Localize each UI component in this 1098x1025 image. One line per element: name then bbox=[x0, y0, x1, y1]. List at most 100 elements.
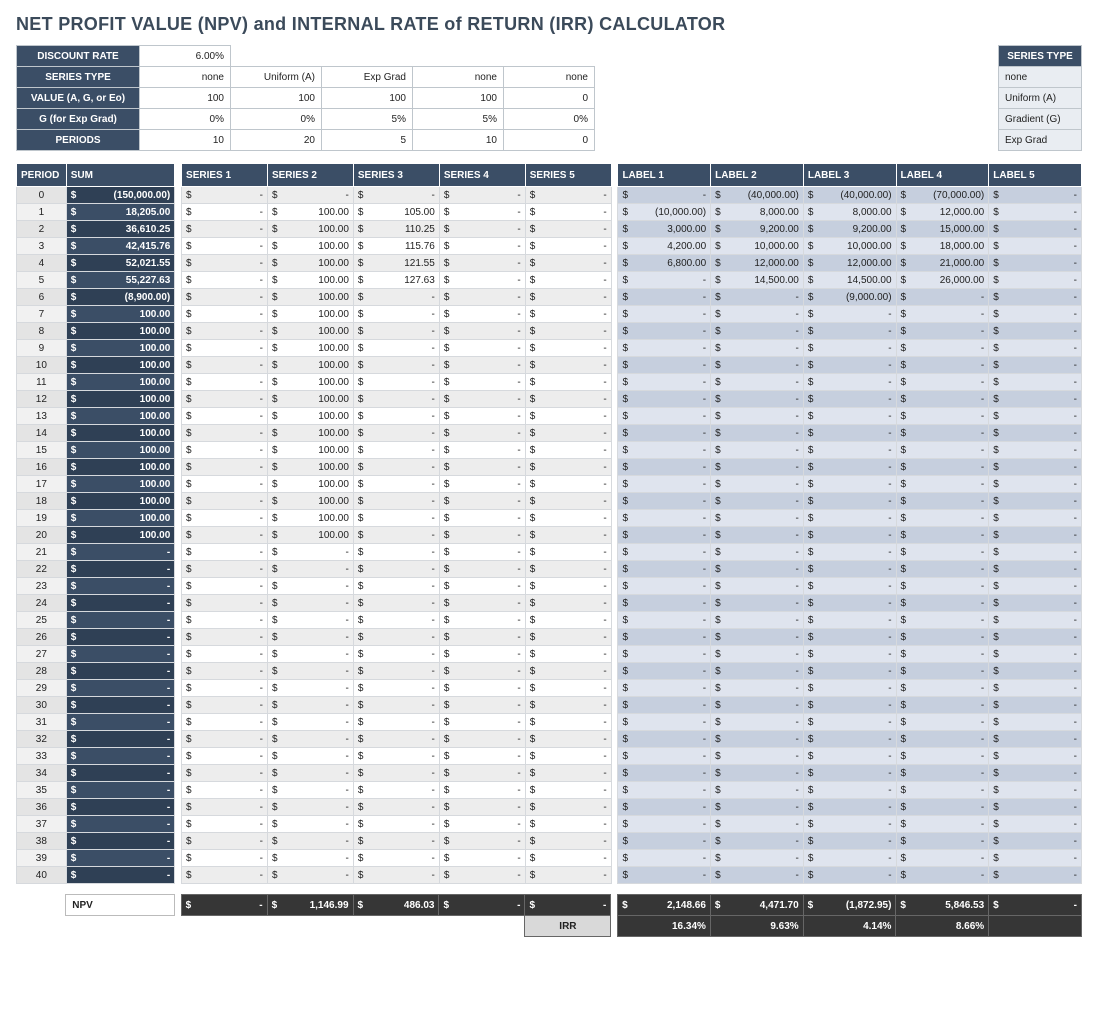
series-cell: $- bbox=[439, 816, 525, 833]
period-cell: 0 bbox=[17, 187, 67, 204]
series-cell: $- bbox=[353, 323, 439, 340]
sum-cell: $- bbox=[66, 782, 175, 799]
series-cell: $- bbox=[439, 629, 525, 646]
param-value[interactable]: Exp Grad bbox=[322, 67, 413, 88]
series-cell: $- bbox=[182, 697, 268, 714]
series-cell: $- bbox=[353, 663, 439, 680]
series-cell: $- bbox=[353, 595, 439, 612]
label-cell: $- bbox=[803, 629, 896, 646]
series-cell: $- bbox=[182, 374, 268, 391]
series-cell: $- bbox=[182, 425, 268, 442]
series-cell: $- bbox=[525, 527, 611, 544]
col-label: LABEL 5 bbox=[989, 164, 1082, 187]
param-value[interactable]: 100 bbox=[231, 88, 322, 109]
label-cell: $- bbox=[989, 833, 1082, 850]
series-cell: $- bbox=[439, 357, 525, 374]
label-cell: $- bbox=[989, 799, 1082, 816]
npv-label-col: $5,846.53 bbox=[896, 895, 989, 916]
series-cell: $- bbox=[267, 663, 353, 680]
series-cell: $- bbox=[267, 612, 353, 629]
param-value[interactable]: none bbox=[413, 67, 504, 88]
label-cell: $- bbox=[989, 476, 1082, 493]
label-cell: $- bbox=[711, 595, 804, 612]
label-cell: $- bbox=[989, 714, 1082, 731]
sum-cell: $52,021.55 bbox=[66, 255, 175, 272]
col-label: LABEL 3 bbox=[803, 164, 896, 187]
series-cell: $- bbox=[525, 731, 611, 748]
legend-item: Gradient (G) bbox=[999, 109, 1082, 130]
series-cell: $- bbox=[353, 612, 439, 629]
series-cell: $- bbox=[439, 714, 525, 731]
series-cell: $- bbox=[439, 340, 525, 357]
param-value[interactable]: 100 bbox=[140, 88, 231, 109]
series-cell: $- bbox=[439, 646, 525, 663]
page-title: NET PROFIT VALUE (NPV) and INTERNAL RATE… bbox=[16, 14, 1082, 35]
npv-series: $486.03 bbox=[353, 895, 439, 916]
param-value[interactable]: 100 bbox=[322, 88, 413, 109]
param-value[interactable]: 5 bbox=[322, 130, 413, 151]
label-cell: $- bbox=[803, 697, 896, 714]
series-cell: $- bbox=[182, 850, 268, 867]
series-cell: $- bbox=[353, 510, 439, 527]
series-cell: $- bbox=[525, 374, 611, 391]
series-cell: $- bbox=[525, 799, 611, 816]
series-cell: $- bbox=[439, 850, 525, 867]
series-cell: $- bbox=[439, 663, 525, 680]
label-cell: $- bbox=[989, 493, 1082, 510]
label-cell: $- bbox=[711, 425, 804, 442]
param-value[interactable]: 0 bbox=[504, 88, 595, 109]
param-value[interactable]: 10 bbox=[413, 130, 504, 151]
label-cell: $- bbox=[711, 527, 804, 544]
label-cell: $- bbox=[618, 476, 711, 493]
period-cell: 30 bbox=[17, 697, 67, 714]
series-cell: $- bbox=[525, 697, 611, 714]
sum-cell: $- bbox=[66, 646, 175, 663]
param-value[interactable]: 0% bbox=[504, 109, 595, 130]
label-cell: $- bbox=[989, 850, 1082, 867]
series-cell: $- bbox=[439, 493, 525, 510]
param-value[interactable]: 0 bbox=[504, 130, 595, 151]
sum-cell: $- bbox=[66, 799, 175, 816]
label-cell: $12,000.00 bbox=[896, 204, 989, 221]
series-cell: $- bbox=[182, 238, 268, 255]
param-value[interactable]: 0% bbox=[140, 109, 231, 130]
period-cell: 34 bbox=[17, 765, 67, 782]
label-cell: $- bbox=[896, 782, 989, 799]
param-value[interactable]: none bbox=[504, 67, 595, 88]
series-cell: $121.55 bbox=[353, 255, 439, 272]
param-value[interactable]: 100 bbox=[413, 88, 504, 109]
sum-cell: $(150,000.00) bbox=[66, 187, 175, 204]
sum-cell: $- bbox=[66, 697, 175, 714]
label-cell: $4,200.00 bbox=[618, 238, 711, 255]
sum-cell: $100.00 bbox=[66, 442, 175, 459]
series-cell: $- bbox=[439, 272, 525, 289]
series-cell: $100.00 bbox=[267, 323, 353, 340]
param-value[interactable]: 5% bbox=[322, 109, 413, 130]
label-cell: $- bbox=[989, 272, 1082, 289]
series-cell: $100.00 bbox=[267, 510, 353, 527]
label-cell: $- bbox=[896, 323, 989, 340]
sum-cell: $100.00 bbox=[66, 510, 175, 527]
label-cell: $- bbox=[989, 561, 1082, 578]
param-value[interactable]: 10 bbox=[140, 130, 231, 151]
param-value[interactable]: 20 bbox=[231, 130, 322, 151]
label-cell: $- bbox=[803, 493, 896, 510]
param-value[interactable]: Uniform (A) bbox=[231, 67, 322, 88]
col-label: LABEL 2 bbox=[711, 164, 804, 187]
param-value[interactable]: 5% bbox=[413, 109, 504, 130]
label-cell: $- bbox=[989, 867, 1082, 884]
series-cell: $- bbox=[182, 289, 268, 306]
label-cell: $- bbox=[989, 816, 1082, 833]
label-cell: $- bbox=[989, 578, 1082, 595]
series-cell: $- bbox=[353, 459, 439, 476]
sum-cell: $(8,900.00) bbox=[66, 289, 175, 306]
param-value[interactable]: 6.00% bbox=[140, 46, 231, 67]
period-cell: 7 bbox=[17, 306, 67, 323]
label-cell: $- bbox=[803, 391, 896, 408]
param-value[interactable]: 0% bbox=[231, 109, 322, 130]
period-cell: 13 bbox=[17, 408, 67, 425]
label-cell: $- bbox=[989, 340, 1082, 357]
param-value[interactable]: none bbox=[140, 67, 231, 88]
legend-item: Exp Grad bbox=[999, 130, 1082, 151]
label-cell: $- bbox=[803, 680, 896, 697]
